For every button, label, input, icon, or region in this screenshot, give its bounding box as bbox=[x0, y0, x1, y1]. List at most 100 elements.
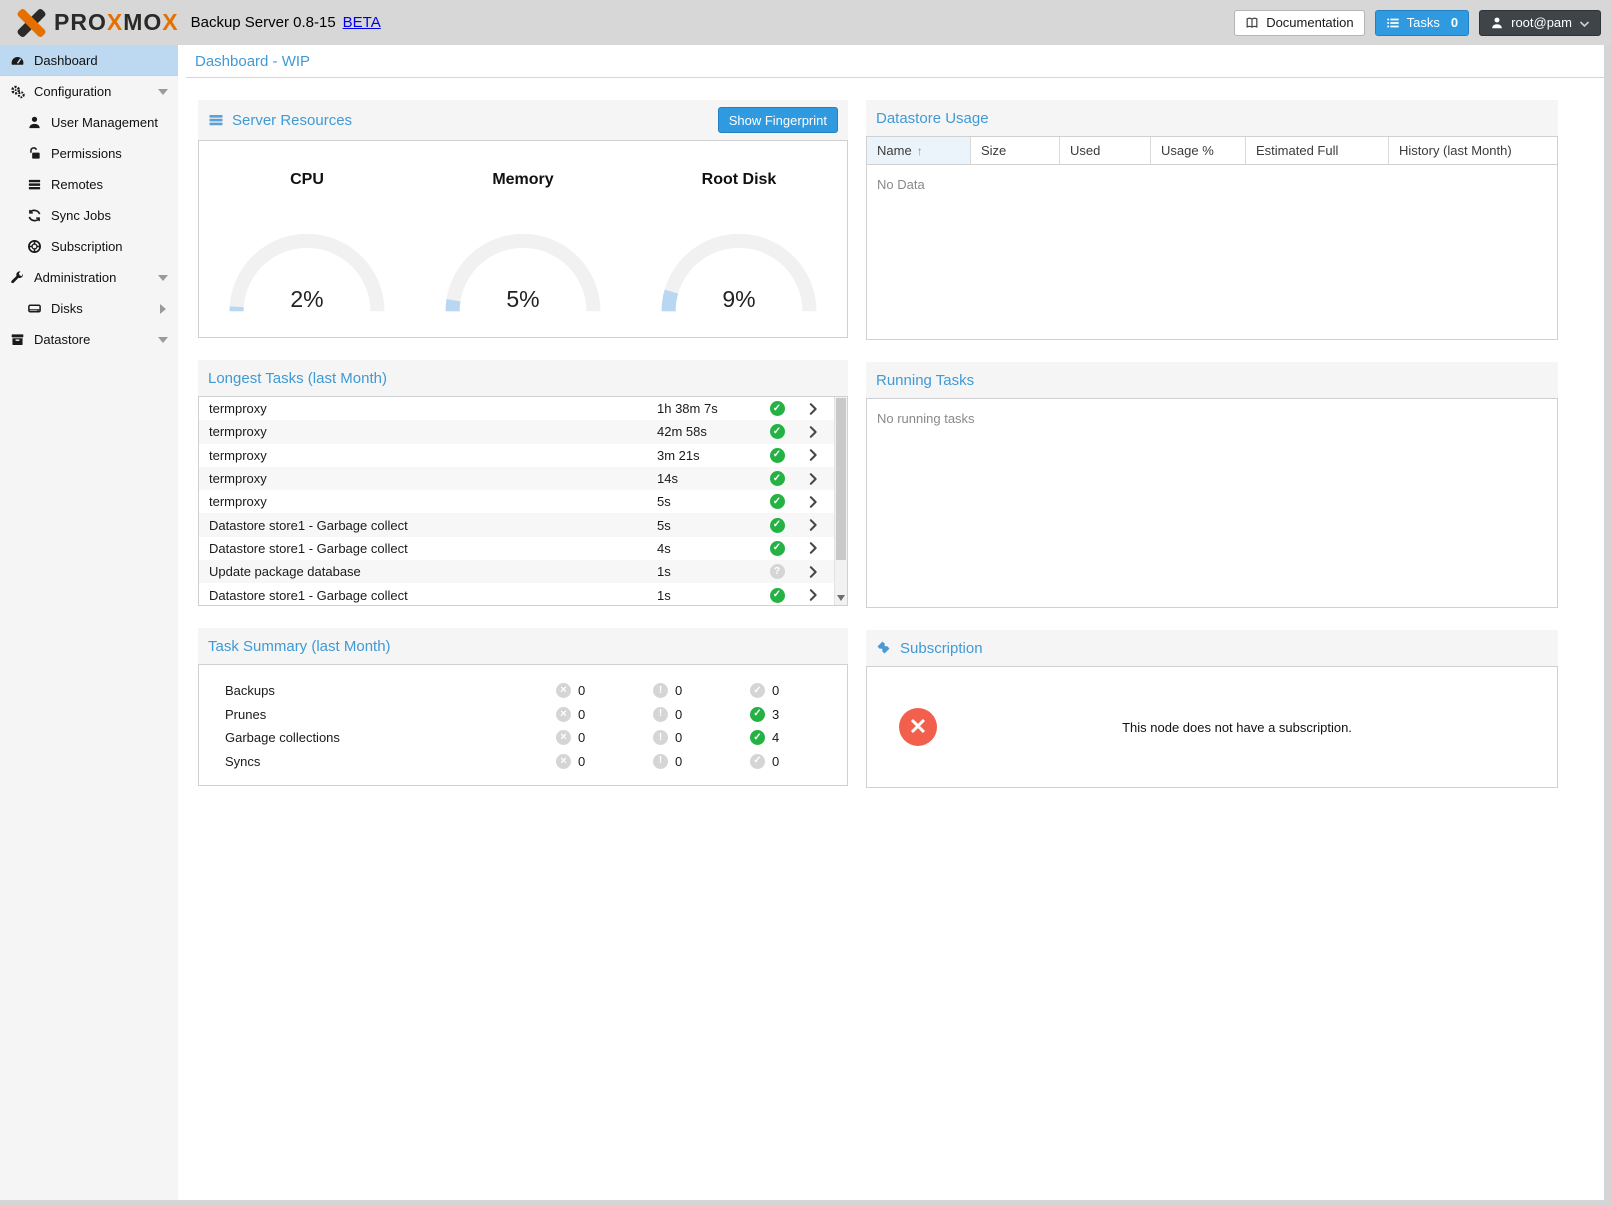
ok-count-icon bbox=[750, 707, 765, 722]
collapse-arrow-icon[interactable] bbox=[158, 89, 168, 95]
column-header-size[interactable]: Size bbox=[971, 137, 1060, 164]
column-header-estimated-full[interactable]: Estimated Full bbox=[1246, 137, 1389, 164]
wrench-icon bbox=[10, 270, 25, 285]
task-open-chevron-icon[interactable] bbox=[795, 495, 831, 509]
warning-count-icon bbox=[653, 754, 668, 769]
sidebar-item-configuration[interactable]: Configuration bbox=[0, 76, 178, 107]
longest-tasks-panel: Longest Tasks (last Month) termproxy 1h … bbox=[198, 360, 848, 606]
column-header-used[interactable]: Used bbox=[1060, 137, 1151, 164]
task-status-icon bbox=[770, 424, 785, 439]
gauge-value: 9% bbox=[653, 286, 825, 313]
ok-count: 0 bbox=[772, 754, 779, 769]
vertical-scrollbar[interactable] bbox=[834, 397, 847, 605]
task-row[interactable]: termproxy 1h 38m 7s bbox=[199, 397, 847, 420]
scrollbar-down-arrow[interactable] bbox=[837, 595, 845, 601]
task-duration: 1h 38m 7s bbox=[657, 401, 759, 416]
task-status-icon bbox=[770, 518, 785, 533]
task-open-chevron-icon[interactable] bbox=[795, 588, 831, 602]
task-row[interactable]: Update package database 1s bbox=[199, 560, 847, 583]
warning-count-icon bbox=[653, 730, 668, 745]
task-open-chevron-icon[interactable] bbox=[795, 472, 831, 486]
sidebar-item-label: Subscription bbox=[51, 239, 123, 254]
proxmox-logo: PROXMOX bbox=[14, 8, 179, 38]
column-header-usage-pct[interactable]: Usage % bbox=[1151, 137, 1246, 164]
chevron-down-icon bbox=[1579, 16, 1590, 30]
sidebar-item-dashboard[interactable]: Dashboard bbox=[0, 45, 178, 76]
tasks-button[interactable]: Tasks 0 bbox=[1375, 10, 1469, 36]
task-open-chevron-icon[interactable] bbox=[795, 518, 831, 532]
subscription-body: ✕ This node does not have a subscription… bbox=[866, 666, 1558, 788]
task-open-chevron-icon[interactable] bbox=[795, 425, 831, 439]
brand-wordmark: PROXMOX bbox=[54, 9, 179, 36]
task-row[interactable]: termproxy 5s bbox=[199, 490, 847, 513]
longest-tasks-header: Longest Tasks (last Month) bbox=[198, 360, 848, 396]
panel-title: Task Summary (last Month) bbox=[208, 638, 391, 655]
scrollbar-thumb[interactable] bbox=[836, 398, 846, 560]
summary-label: Prunes bbox=[225, 707, 556, 722]
sidebar-item-subscription[interactable]: Subscription bbox=[0, 231, 178, 262]
summary-label: Backups bbox=[225, 683, 556, 698]
ok-count: 0 bbox=[772, 683, 779, 698]
longest-tasks-body: termproxy 1h 38m 7s termproxy 42m 58s te… bbox=[198, 396, 848, 606]
task-open-chevron-icon[interactable] bbox=[795, 448, 831, 462]
task-name: termproxy bbox=[199, 471, 657, 486]
beta-link[interactable]: BETA bbox=[343, 14, 381, 31]
app-subtitle: Backup Server 0.8-15 bbox=[191, 14, 336, 31]
sidebar-item-user-management[interactable]: User Management bbox=[0, 107, 178, 138]
task-open-chevron-icon[interactable] bbox=[795, 541, 831, 555]
window-bottom-edge bbox=[0, 1200, 1611, 1206]
summary-row: Garbage collections 0 0 4 bbox=[199, 726, 847, 750]
documentation-button[interactable]: Documentation bbox=[1234, 10, 1364, 36]
hard-disk-icon bbox=[27, 301, 42, 316]
task-summary-body: Backups 0 0 0 Prunes 0 0 3 Garbage colle… bbox=[198, 664, 848, 786]
error-count-icon bbox=[556, 730, 571, 745]
brand-part: X bbox=[162, 9, 178, 35]
sidebar-item-remotes[interactable]: Remotes bbox=[0, 169, 178, 200]
task-row[interactable]: Datastore store1 - Garbage collect 1s bbox=[199, 583, 847, 606]
sidebar-item-disks[interactable]: Disks bbox=[0, 293, 178, 324]
sidebar-item-datastore[interactable]: Datastore bbox=[0, 324, 178, 355]
warning-count: 0 bbox=[675, 683, 682, 698]
error-count: 0 bbox=[578, 754, 585, 769]
task-status-icon bbox=[770, 471, 785, 486]
ticket-icon bbox=[876, 640, 892, 656]
gears-icon bbox=[10, 84, 25, 99]
sync-arrows-icon bbox=[27, 208, 42, 223]
warning-count: 0 bbox=[675, 730, 682, 745]
task-duration: 1s bbox=[657, 564, 759, 579]
empty-state-text: No Data bbox=[867, 165, 1557, 204]
user-menu-button[interactable]: root@pam bbox=[1479, 10, 1601, 36]
column-header-history[interactable]: History (last Month) bbox=[1389, 137, 1557, 164]
expand-arrow-icon[interactable] bbox=[160, 304, 166, 314]
task-open-chevron-icon[interactable] bbox=[795, 565, 831, 579]
gauge-icon bbox=[10, 53, 25, 68]
datastore-usage-panel: Datastore Usage Name ↑ Size Used Usage %… bbox=[866, 100, 1558, 340]
show-fingerprint-button[interactable]: Show Fingerprint bbox=[718, 107, 838, 133]
task-list-icon bbox=[1386, 16, 1400, 30]
task-row[interactable]: Datastore store1 - Garbage collect 5s bbox=[199, 513, 847, 536]
task-row[interactable]: termproxy 14s bbox=[199, 467, 847, 490]
column-header-name[interactable]: Name ↑ bbox=[867, 137, 971, 164]
task-name: termproxy bbox=[199, 494, 657, 509]
task-row[interactable]: termproxy 42m 58s bbox=[199, 420, 847, 443]
sidebar-item-permissions[interactable]: Permissions bbox=[0, 138, 178, 169]
summary-label: Syncs bbox=[225, 754, 556, 769]
gauge-label: Root Disk bbox=[702, 171, 777, 189]
memory-gauge: Memory 5% bbox=[415, 141, 631, 337]
summary-label: Garbage collections bbox=[225, 730, 556, 745]
column-label: Size bbox=[981, 143, 1006, 158]
column-label: Name bbox=[877, 143, 912, 158]
collapse-arrow-icon[interactable] bbox=[158, 275, 168, 281]
task-row[interactable]: Datastore store1 - Garbage collect 4s bbox=[199, 537, 847, 560]
ok-count: 4 bbox=[772, 730, 779, 745]
subscription-message: This node does not have a subscription. bbox=[937, 720, 1557, 735]
top-bar: PROXMOX Backup Server 0.8-15 BETA Docume… bbox=[0, 0, 1611, 45]
sidebar-item-administration[interactable]: Administration bbox=[0, 262, 178, 293]
collapse-arrow-icon[interactable] bbox=[158, 337, 168, 343]
unlock-icon bbox=[27, 146, 42, 161]
task-row[interactable]: termproxy 3m 21s bbox=[199, 444, 847, 467]
task-open-chevron-icon[interactable] bbox=[795, 402, 831, 416]
sidebar-item-sync-jobs[interactable]: Sync Jobs bbox=[0, 200, 178, 231]
cpu-gauge: CPU 2% bbox=[199, 141, 415, 337]
error-count: 0 bbox=[578, 730, 585, 745]
